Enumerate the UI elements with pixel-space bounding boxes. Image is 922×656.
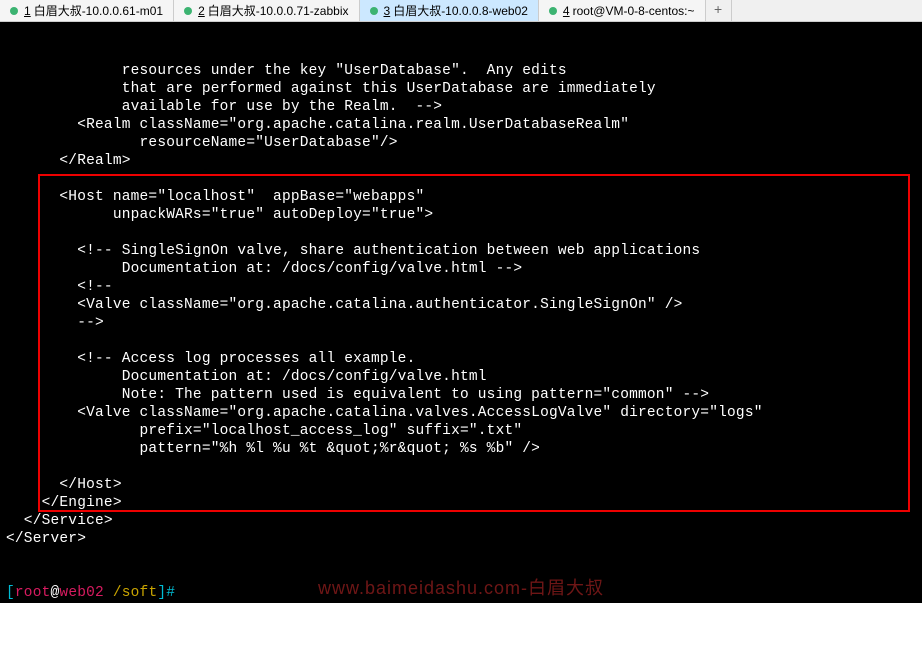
tab-label: 白眉大叔-10.0.0.61-m01 <box>34 2 163 19</box>
status-dot-icon <box>370 7 378 15</box>
status-dot-icon <box>10 7 18 15</box>
tab-3[interactable]: 3 白眉大叔-10.0.0.8-web02 <box>360 0 539 21</box>
status-dot-icon <box>184 7 192 15</box>
tab-number: 3 <box>384 4 391 18</box>
tab-1[interactable]: 1 白眉大叔-10.0.0.61-m01 <box>0 0 174 21</box>
tab-number: 2 <box>198 4 205 18</box>
tab-label: root@VM-0-8-centos:~ <box>573 4 695 18</box>
terminal-area[interactable]: resources under the key "UserDatabase". … <box>0 22 922 603</box>
tab-label: 白眉大叔-10.0.0.71-zabbix <box>208 2 349 19</box>
tab-number: 4 <box>563 4 570 18</box>
tab-4[interactable]: 4 root@VM-0-8-centos:~ <box>539 0 706 21</box>
plus-icon: + <box>714 3 722 19</box>
tab-label: 白眉大叔-10.0.0.8-web02 <box>393 2 528 19</box>
shell-prompt: [root@web02 /soft]# <box>6 584 916 602</box>
terminal-content: resources under the key "UserDatabase". … <box>6 62 916 548</box>
tab-bar: 1 白眉大叔-10.0.0.61-m01 2 白眉大叔-10.0.0.71-za… <box>0 0 922 22</box>
tab-number: 1 <box>24 4 31 18</box>
status-dot-icon <box>549 7 557 15</box>
add-tab-button[interactable]: + <box>706 0 732 21</box>
tab-2[interactable]: 2 白眉大叔-10.0.0.71-zabbix <box>174 0 359 21</box>
